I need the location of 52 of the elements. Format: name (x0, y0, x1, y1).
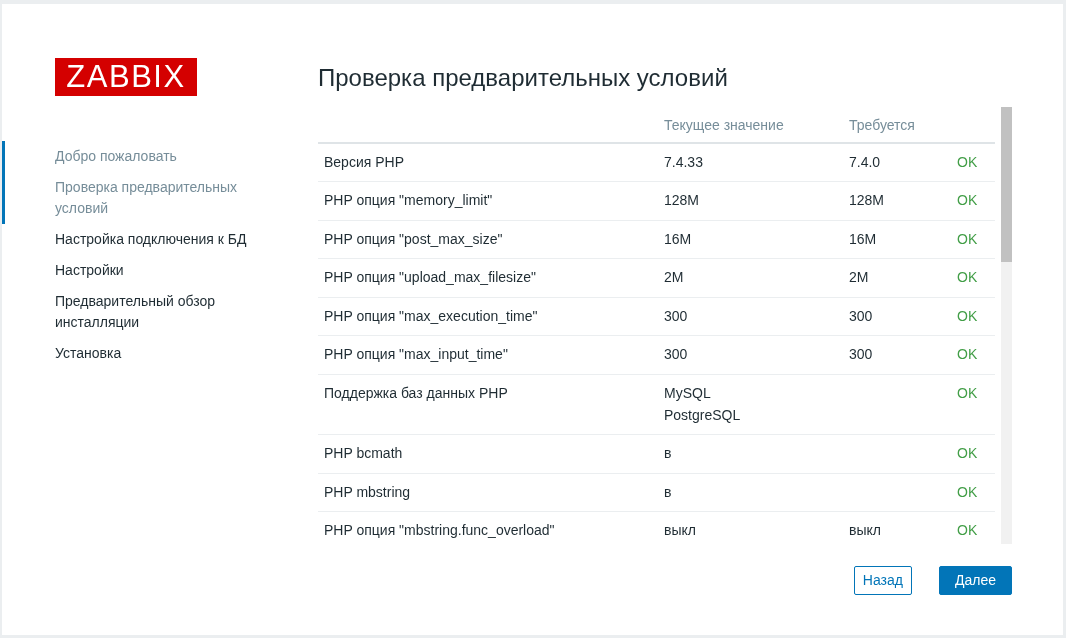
table-cell-text: 2M (664, 269, 685, 287)
table-cell-text: 300 (664, 346, 689, 364)
status-text: OK (951, 374, 995, 435)
table-cell-text: MySQL (664, 384, 712, 402)
status-text: OK (951, 258, 995, 297)
step-item: Добро пожаловать (2, 141, 318, 172)
step-item: Установка (54, 344, 123, 363)
table-cell: Поддержка баз данных PHP (318, 374, 658, 435)
table-cell-text: в (664, 445, 673, 463)
step-item: Настройка подключения к БД (54, 230, 248, 249)
next-button[interactable]: Далее (939, 565, 1012, 595)
table-cell-text: 16M (664, 230, 693, 248)
table-cell: PHP опция "max_execution_time" (318, 297, 658, 336)
table-cell: 2M (843, 258, 951, 297)
table-cell: 128M (843, 181, 951, 220)
table-cell-text: выкл (664, 522, 697, 540)
scrollbar-thumb[interactable] (1001, 106, 1012, 262)
table-cell-text: 300 (664, 307, 689, 325)
table-cell: Версия PHP (318, 142, 658, 182)
step-item: Проверка предварительных условий (2, 172, 318, 224)
table-cell: PHP опция "memory_limit" (318, 181, 658, 220)
status-text: OK (951, 511, 995, 544)
back-button[interactable]: Назад (853, 565, 912, 595)
column-header: Текущее значение (658, 106, 843, 143)
table-cell: 300 (843, 335, 951, 374)
column-header: Требуется (843, 106, 951, 143)
table-cell-text: 128M (664, 192, 701, 210)
table-cell-text: 7.4.33 (664, 153, 704, 171)
step-item: Предварительный обзор инсталляции (54, 292, 217, 332)
table-cell: PHP опция "max_input_time" (318, 335, 658, 374)
table-cell: 300 (843, 297, 951, 336)
table-cell-text: в (664, 483, 673, 501)
status-text: OK (951, 181, 995, 220)
table-cell: PHP bcmath (318, 434, 658, 473)
status-text: OK (951, 220, 995, 259)
status-text: OK (951, 297, 995, 336)
status-text: OK (951, 335, 995, 374)
page-title: Проверка предварительных условий (318, 63, 729, 92)
logo: ZABBIX (55, 58, 197, 96)
table-cell: 7.4.0 (843, 142, 951, 182)
table-cell: 16M (843, 220, 951, 259)
table-cell: PHP опция "upload_max_filesize" (318, 258, 658, 297)
status-text: OK (951, 434, 995, 473)
step-item: Настройки (54, 261, 125, 280)
table-cell: PHP опция "mbstring.func_overload" (318, 511, 658, 544)
table-cell: PHP mbstring (318, 473, 658, 512)
scrollbar-track[interactable] (1001, 106, 1012, 544)
status-text: OK (951, 473, 995, 512)
table-cell: выкл (843, 511, 951, 544)
status-text: OK (951, 142, 995, 182)
table-cell-text: PostgreSQL (664, 406, 742, 424)
table-cell: PHP опция "post_max_size" (318, 220, 658, 259)
